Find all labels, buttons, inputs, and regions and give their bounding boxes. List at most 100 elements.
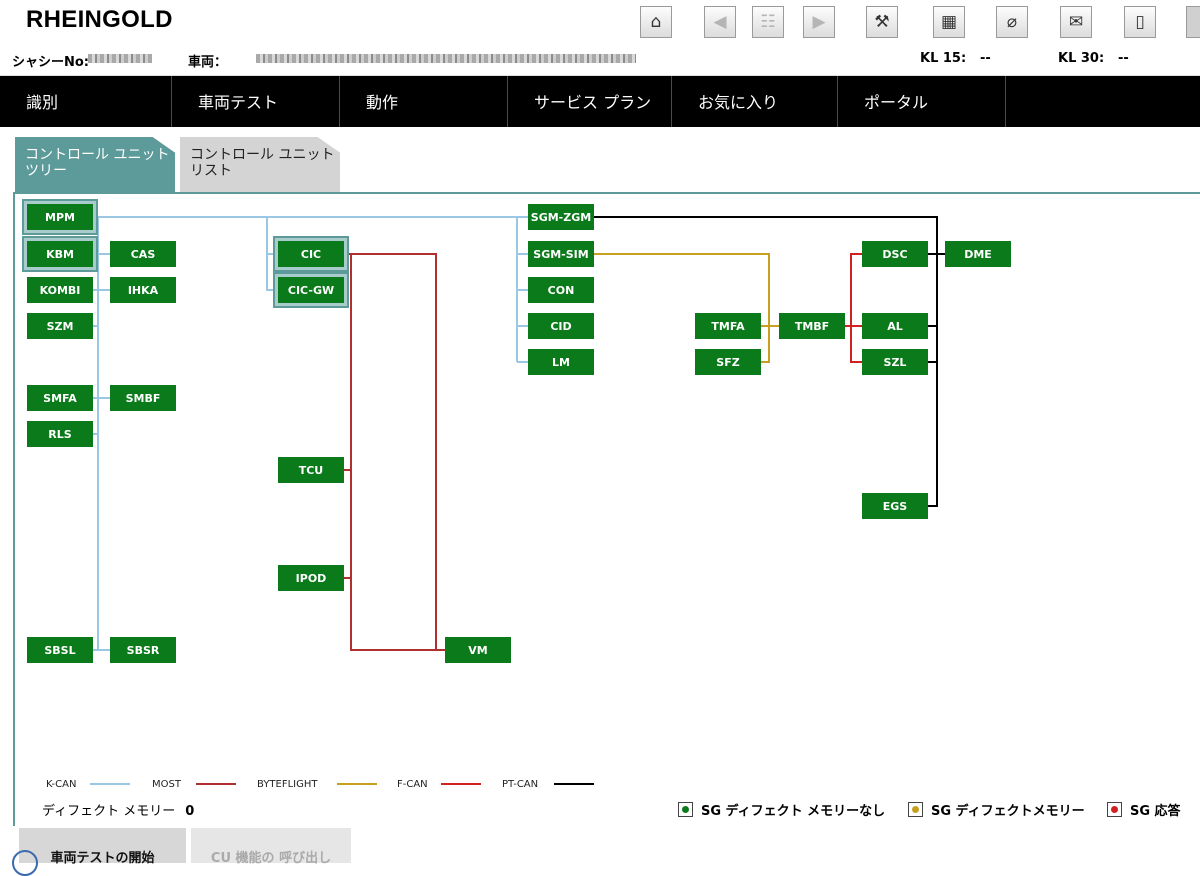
control-unit-label: SGM-ZGM [531,211,591,224]
control-unit-tree-diagram: MPM KBM CAS KOMBI IHKA SZM SMFA SMBF RLS SBSL SBSR… [13,192,1200,826]
control-unit-mpm[interactable]: MPM [22,199,98,235]
control-unit-label: CIC-GW [288,284,334,297]
nav-tab-operation[interactable]: 動作 [340,76,508,127]
control-unit-al[interactable]: AL [862,313,928,339]
control-unit-dsc[interactable]: DSC [862,241,928,267]
green-status-icon [678,802,693,817]
bus-legend: K-CAN MOST BYTEFLIGHT F-CAN PT-CAN [46,779,594,790]
vehicle-label: 車両： [188,55,228,70]
tab-control-unit-tree[interactable]: コントロール ユニット ツリー [15,137,175,193]
call-cu-function-label: CU 機能の 呼び出し [210,851,332,866]
nav-tab-empty [1006,76,1200,127]
control-unit-label: EGS [883,500,908,513]
nav-tab-vehicle-test[interactable]: 車両テスト [172,76,340,127]
clipboard-icon: ☷ [760,12,776,32]
control-unit-tmfa[interactable]: TMFA [695,313,761,339]
kl30-label: KL 30: [1058,51,1105,66]
control-unit-label: AL [887,320,903,333]
control-unit-szm[interactable]: SZM [27,313,93,339]
control-unit-label: SZM [47,320,74,333]
nav-tab-portal[interactable]: ポータル [838,76,1006,127]
legend-no-defect-label: SG ディフェクト メモリーなし [701,804,886,819]
connector-button[interactable]: ⌀ [996,6,1028,38]
mail-icon: ✉ [1068,12,1084,32]
legend-no-response: SG 応答 [1107,800,1181,819]
control-unit-ihka[interactable]: IHKA [110,277,176,303]
yellow-status-icon [908,802,923,817]
battery-button[interactable]: ▯ [1124,6,1156,38]
nav-tab-service-plan[interactable]: サービス プラン [508,76,672,127]
control-unit-vm[interactable]: VM [445,637,511,663]
nav-tab-label: ポータル [864,93,929,112]
control-unit-rls[interactable]: RLS [27,421,93,447]
chassis-label: シャシーNo: [12,55,90,70]
red-status-icon [1107,802,1122,817]
control-unit-tcu[interactable]: TCU [278,457,344,483]
defect-memory-label: ディフェクト メモリー [42,804,176,819]
start-test-icon [12,850,38,876]
control-unit-cic[interactable]: CIC [273,236,349,272]
control-unit-sbsl[interactable]: SBSL [27,637,93,663]
sub-tabs: コントロール ユニット ツリー コントロール ユニット リスト [0,127,1200,193]
control-unit-egs[interactable]: EGS [862,493,928,519]
kl15-label: KL 15: [920,51,967,66]
forward-button[interactable]: ▶ [803,6,835,38]
control-unit-label: SMFA [43,392,77,405]
control-unit-sgm-zgm[interactable]: SGM-ZGM [528,204,594,230]
control-unit-label: IHKA [128,284,159,297]
control-unit-label: DSC [882,248,907,261]
control-unit-sbsr[interactable]: SBSR [110,637,176,663]
tab-label-line2: リスト [190,163,232,179]
control-unit-dme[interactable]: DME [945,241,1011,267]
toolbar-overflow[interactable] [1186,6,1200,38]
call-cu-function-button[interactable]: CU 機能の 呼び出し [191,828,351,866]
clipboard-button[interactable]: ☷ [752,6,784,38]
legend-defect: SG ディフェクトメモリー [908,800,1085,819]
start-vehicle-test-button[interactable]: 車両テストの開始 [19,828,186,866]
control-unit-cas[interactable]: CAS [110,241,176,267]
control-unit-smbf[interactable]: SMBF [110,385,176,411]
control-unit-smfa[interactable]: SMFA [27,385,93,411]
back-icon: ◀ [713,12,727,32]
control-unit-label: TMBF [795,320,829,333]
control-unit-label: IPOD [296,572,327,585]
control-unit-kbm[interactable]: KBM [22,236,98,272]
module-button[interactable]: ▦ [933,6,965,38]
vehicle-value-redacted [256,51,636,66]
control-unit-label: KOMBI [40,284,81,297]
control-unit-sgm-sim[interactable]: SGM-SIM [528,241,594,267]
nav-tab-label: お気に入り [698,93,779,112]
nav-tab-label: サービス プラン [534,93,652,112]
control-unit-ipod[interactable]: IPOD [278,565,344,591]
nav-tab-identify[interactable]: 識別 [0,76,172,127]
back-button[interactable]: ◀ [704,6,736,38]
control-unit-sfz[interactable]: SFZ [695,349,761,375]
mail-button[interactable]: ✉ [1060,6,1092,38]
nav-tab-favorites[interactable]: お気に入り [672,76,838,127]
nav-tab-label: 識別 [26,93,59,112]
legend-no-defect: SG ディフェクト メモリーなし [678,800,885,819]
start-vehicle-test-label: 車両テストの開始 [50,851,155,866]
control-unit-kombi[interactable]: KOMBI [27,277,93,303]
control-unit-tmbf[interactable]: TMBF [779,313,845,339]
legend-defect-label: SG ディフェクトメモリー [931,804,1085,819]
title-bar: RHEINGOLD ⌂ ◀ ☷ ▶ ⚒ ▦ ⌀ ✉ ▯ [0,0,1200,44]
forward-icon: ▶ [812,12,826,32]
control-unit-lm[interactable]: LM [528,349,594,375]
network-graph: MPM KBM CAS KOMBI IHKA SZM SMFA SMBF RLS SBSL SBSR… [22,199,1011,790]
most-ring [344,253,445,651]
tab-label-line1: コントロール ユニット [25,147,170,163]
control-unit-con[interactable]: CON [528,277,594,303]
control-unit-cic-gw[interactable]: CIC-GW [273,272,349,308]
control-unit-label: KBM [46,248,74,261]
home-button[interactable]: ⌂ [640,6,672,38]
control-unit-cid[interactable]: CID [528,313,594,339]
control-unit-szl[interactable]: SZL [862,349,928,375]
kl15-value: -- [980,51,991,66]
control-unit-label: SBSR [127,644,160,657]
vehicle-info-bar: シャシーNo: 車両： KL 15: -- KL 30: -- [0,44,1200,76]
defect-memory-count: 0 [185,804,195,819]
tab-control-unit-list[interactable]: コントロール ユニット リスト [180,137,340,193]
wrench-button[interactable]: ⚒ [866,6,898,38]
control-unit-label: CID [550,320,571,333]
